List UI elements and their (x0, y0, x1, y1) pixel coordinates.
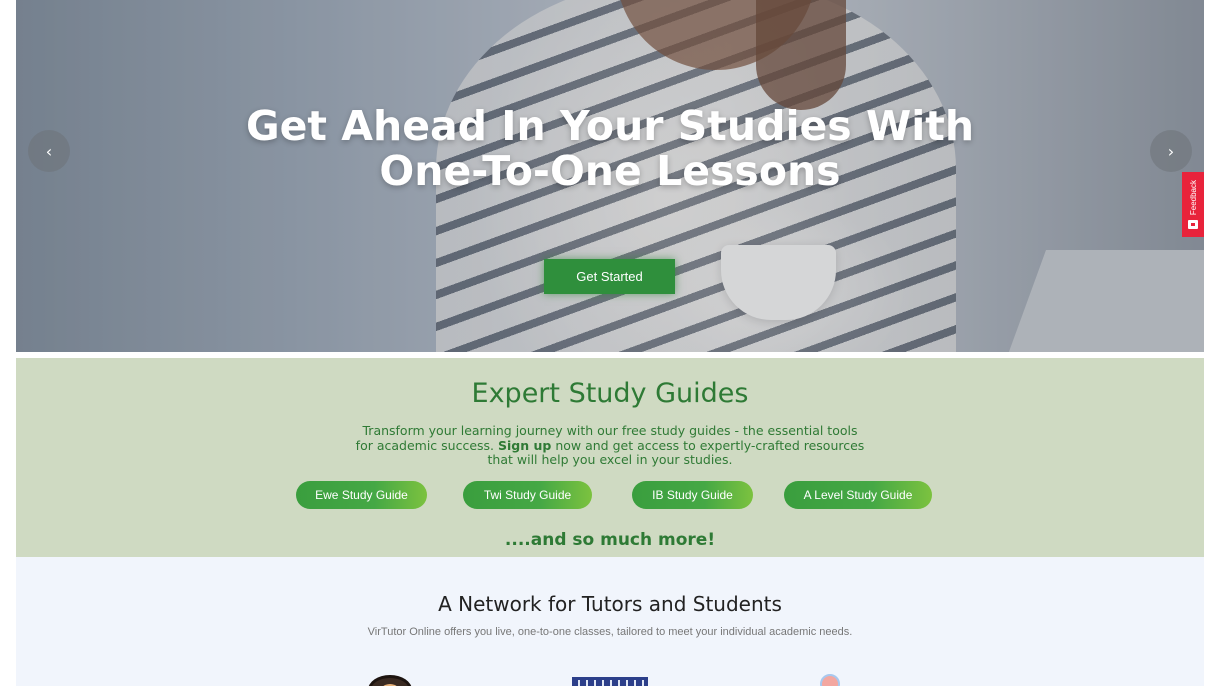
chevron-left-icon: ‹ (45, 141, 53, 161)
tutor-illustration (368, 675, 412, 686)
student-illustration (820, 674, 840, 686)
a-level-study-guide-button[interactable]: A Level Study Guide (784, 481, 932, 509)
get-started-button[interactable]: Get Started (544, 259, 675, 294)
network-heading: A Network for Tutors and Students (438, 592, 782, 616)
and-so-much-more-text: ....and so much more! (504, 530, 716, 550)
carousel-next-button[interactable]: › (1150, 130, 1192, 172)
chevron-right-icon: › (1167, 141, 1175, 161)
hero-carousel: Get Ahead In Your Studies With One-To-On… (16, 0, 1204, 352)
study-guides-heading: Expert Study Guides (471, 378, 749, 409)
hero-title-line-2: One-To-One Lessons (379, 147, 841, 195)
ewe-study-guide-button[interactable]: Ewe Study Guide (296, 481, 427, 509)
network-subtitle: VirTutor Online offers you live, one-to-… (367, 626, 853, 638)
twi-study-guide-button[interactable]: Twi Study Guide (463, 481, 592, 509)
sign-up-link[interactable]: Sign up (498, 438, 551, 453)
page: Get Ahead In Your Studies With One-To-On… (0, 0, 1220, 686)
study-guides-description: Transform your learning journey with our… (354, 423, 866, 468)
feedback-tab[interactable]: Feedback (1182, 172, 1204, 237)
hero-title: Get Ahead In Your Studies With One-To-On… (16, 104, 1204, 194)
network-section: A Network for Tutors and Students VirTut… (16, 557, 1204, 686)
study-guides-section: Expert Study Guides Transform your learn… (16, 358, 1204, 557)
feedback-icon (1188, 219, 1198, 229)
hero-title-line-1: Get Ahead In Your Studies With (245, 102, 975, 150)
ib-study-guide-button[interactable]: IB Study Guide (632, 481, 753, 509)
classroom-illustration (572, 677, 648, 686)
carousel-prev-button[interactable]: ‹ (28, 130, 70, 172)
feedback-label: Feedback (1188, 180, 1198, 216)
